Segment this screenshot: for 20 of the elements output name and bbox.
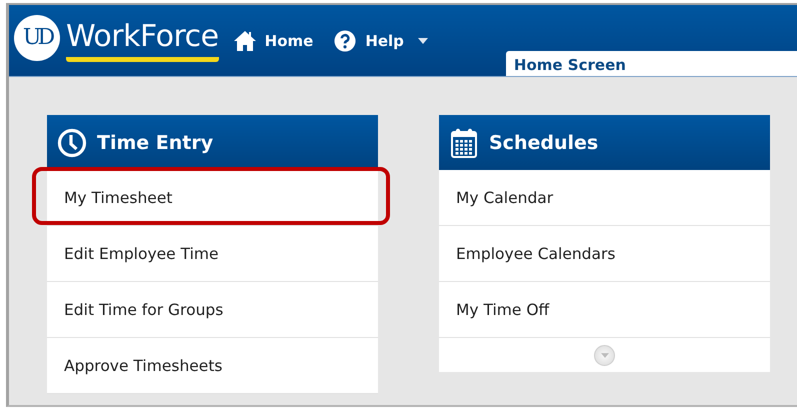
card-title: Schedules — [489, 132, 598, 154]
menu-item[interactable]: Edit Employee Time — [47, 226, 378, 282]
help-menu[interactable]: Help — [333, 30, 428, 52]
menu-item[interactable]: Edit Time for Groups — [47, 282, 378, 338]
help-icon — [333, 30, 358, 52]
card-title: Time Entry — [97, 132, 214, 154]
home-icon — [232, 30, 257, 52]
menu-item[interactable]: Employee Calendars — [439, 226, 770, 282]
clock-icon — [57, 126, 87, 158]
home-screen-tab[interactable]: Home Screen — [506, 51, 797, 76]
menu-item[interactable]: My Calendar — [439, 170, 770, 226]
caret-icon — [600, 352, 608, 358]
logo-text: WorkForce — [66, 22, 219, 62]
logo-badge: UD — [14, 14, 60, 60]
menu-item[interactable]: My Time Off — [439, 282, 770, 338]
menu-item[interactable]: My Timesheet — [47, 170, 378, 226]
home-link[interactable]: Home — [232, 30, 314, 52]
menu-item[interactable]: Approve Timesheets — [47, 338, 378, 394]
calendar-icon — [449, 126, 479, 158]
expand-button[interactable] — [594, 344, 615, 366]
